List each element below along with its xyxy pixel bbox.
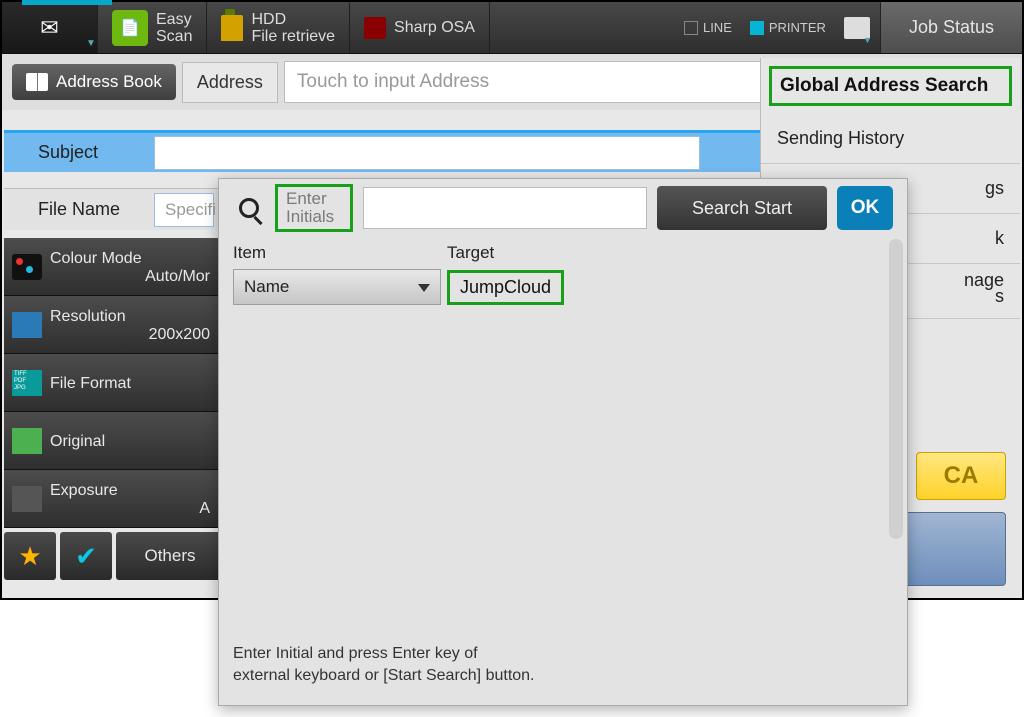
header-target: Target [447, 243, 494, 263]
file-format-title: File Format [50, 375, 214, 393]
hdd-label: HDD File retrieve [251, 11, 335, 45]
global-search-modal: Enter Initials Search Start OK Item Targ… [218, 178, 908, 706]
job-status-label: Job Status [909, 17, 994, 38]
modal-search-row: Enter Initials Search Start OK [219, 179, 907, 237]
initials-input[interactable] [363, 187, 647, 229]
exposure-icon [12, 486, 42, 512]
line-status: LINE [684, 20, 732, 35]
colour-mode-item[interactable]: Colour Mode Auto/Mor [4, 238, 222, 296]
original-icon [12, 428, 42, 454]
line-label: LINE [703, 20, 732, 35]
mail-tab[interactable]: ✉ ▼ [2, 2, 98, 53]
accent-strip [22, 0, 112, 5]
resolution-icon [12, 312, 42, 338]
header-item: Item [233, 243, 447, 263]
status-area: LINE PRINTER ▼ [674, 2, 880, 53]
chevron-down-icon: ▼ [86, 38, 96, 49]
rp-s: s [995, 286, 1004, 306]
exposure-item[interactable]: Exposure A [4, 470, 222, 528]
favourite-button[interactable]: ★ [4, 532, 56, 580]
star-icon: ★ [18, 541, 41, 572]
target-value[interactable]: JumpCloud [447, 270, 564, 305]
item-dropdown[interactable]: Name [233, 269, 441, 305]
subject-label: Subject [4, 142, 154, 163]
check-icon: ✔ [75, 541, 97, 572]
osa-icon [364, 17, 386, 39]
folder-icon [221, 15, 243, 41]
modal-filter-row: Name JumpCloud [219, 267, 907, 307]
colour-mode-icon [12, 254, 42, 280]
modal-hint-text: Enter Initial and press Enter key of ext… [233, 643, 535, 687]
search-start-button[interactable]: Search Start [657, 186, 827, 230]
line-indicator-icon [684, 21, 698, 35]
sending-history-item[interactable]: Sending History [761, 114, 1020, 164]
global-address-search-button[interactable]: Global Address Search [769, 66, 1012, 106]
printer-tray-icon[interactable]: ▼ [844, 17, 870, 39]
filename-input[interactable]: Specifi [154, 193, 214, 227]
filename-label: File Name [4, 199, 154, 220]
modal-scrollbar[interactable] [889, 239, 903, 539]
original-title: Original [50, 433, 214, 451]
address-book-label: Address Book [56, 72, 162, 92]
ca-button[interactable]: CA [916, 452, 1006, 500]
envelope-icon: ✉ [40, 15, 58, 41]
top-toolbar: ✉ ▼ 📄 Easy Scan HDD File retrieve Sharp … [2, 2, 1022, 54]
easy-scan-icon: 📄 [112, 10, 148, 46]
resolution-title: Resolution [50, 308, 214, 326]
exposure-title: Exposure [50, 482, 214, 500]
others-button[interactable]: Others [116, 532, 224, 580]
address-label: Address [182, 62, 278, 103]
exposure-value: A [50, 500, 214, 518]
modal-headers: Item Target [219, 237, 907, 267]
initials-placeholder[interactable]: Enter Initials [275, 184, 353, 232]
settings-list: Colour Mode Auto/Mor Resolution 200x200 … [4, 238, 222, 528]
printer-indicator-icon [750, 21, 764, 35]
resolution-value: 200x200 [50, 326, 214, 344]
sharp-osa-label: Sharp OSA [394, 19, 475, 37]
subject-row: Subject [4, 130, 760, 172]
search-icon [239, 198, 259, 218]
ok-button[interactable]: OK [837, 186, 893, 230]
hdd-retrieve-tab[interactable]: HDD File retrieve [207, 2, 350, 53]
printer-status: PRINTER [750, 20, 826, 35]
easy-scan-label: Easy Scan [156, 11, 192, 45]
original-item[interactable]: Original [4, 412, 222, 470]
book-icon [26, 73, 48, 91]
file-format-icon [12, 370, 42, 396]
subject-input[interactable] [154, 136, 700, 170]
job-status-button[interactable]: Job Status [880, 2, 1022, 53]
resolution-item[interactable]: Resolution 200x200 [4, 296, 222, 354]
confirm-button[interactable]: ✔ [60, 532, 112, 580]
sharp-osa-tab[interactable]: Sharp OSA [350, 2, 490, 53]
colour-mode-title: Colour Mode [50, 250, 214, 268]
bottom-buttons: ★ ✔ Others [4, 532, 224, 580]
easy-scan-tab[interactable]: 📄 Easy Scan [98, 2, 207, 53]
file-format-item[interactable]: File Format [4, 354, 222, 412]
colour-mode-value: Auto/Mor [50, 268, 214, 286]
printer-label: PRINTER [769, 20, 826, 35]
address-book-button[interactable]: Address Book [12, 64, 176, 100]
